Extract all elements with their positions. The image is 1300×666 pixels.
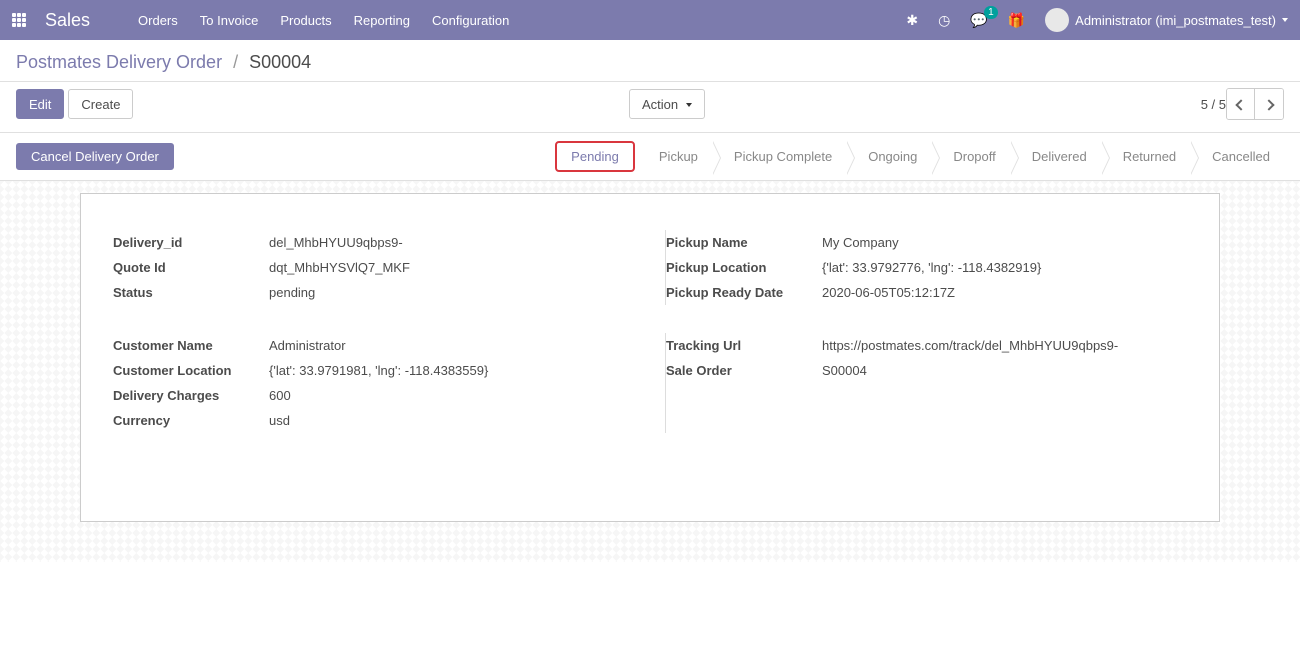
pager-prev[interactable] [1227, 89, 1255, 119]
group-right-bottom: Tracking Url https://postmates.com/track… [665, 333, 1187, 433]
nav-products[interactable]: Products [280, 13, 331, 28]
form-area: Delivery_id del_MhbHYUU9qbps9- Quote Id … [0, 181, 1300, 562]
control-row: Edit Create Action 5 / 5 [0, 82, 1300, 133]
field-sale-order: Sale Order S00004 [666, 358, 1187, 383]
breadcrumb-parent[interactable]: Postmates Delivery Order [16, 52, 222, 72]
form-sheet: Delivery_id del_MhbHYUU9qbps9- Quote Id … [80, 193, 1220, 522]
nav-toinvoice[interactable]: To Invoice [200, 13, 259, 28]
breadcrumb-bar: Postmates Delivery Order / S00004 [0, 40, 1300, 82]
stage-delivered[interactable]: Delivered [1010, 141, 1101, 172]
stage-pickup[interactable]: Pickup [637, 141, 712, 172]
clock-icon[interactable]: ◷ [938, 12, 950, 29]
create-button[interactable]: Create [68, 89, 133, 119]
status-row: Cancel Delivery Order Pending Pickup Pic… [0, 133, 1300, 181]
field-status: Status pending [113, 280, 605, 305]
stage-cancelled[interactable]: Cancelled [1190, 141, 1284, 172]
edit-button[interactable]: Edit [16, 89, 64, 119]
nav-left: Sales Orders To Invoice Products Reporti… [12, 10, 509, 31]
navbar: Sales Orders To Invoice Products Reporti… [0, 0, 1300, 40]
stage-returned[interactable]: Returned [1101, 141, 1190, 172]
stage-ongoing[interactable]: Ongoing [846, 141, 931, 172]
apps-icon[interactable] [12, 13, 27, 28]
field-quote-id: Quote Id dqt_MhbHYSVlQ7_MKF [113, 255, 605, 280]
chat-badge: 1 [984, 6, 998, 19]
field-delivery-id: Delivery_id del_MhbHYUU9qbps9- [113, 230, 605, 255]
form-grid: Delivery_id del_MhbHYUU9qbps9- Quote Id … [113, 230, 1187, 461]
nav-menu: Orders To Invoice Products Reporting Con… [138, 13, 509, 28]
nav-reporting[interactable]: Reporting [354, 13, 410, 28]
field-customer-location: Customer Location {'lat': 33.9791981, 'l… [113, 358, 605, 383]
action-dropdown[interactable]: Action [629, 89, 705, 119]
avatar [1045, 8, 1069, 32]
nav-right: ✱ ◷ 💬1 🎁 Administrator (imi_postmates_te… [906, 8, 1288, 32]
stage-pickup-complete[interactable]: Pickup Complete [712, 141, 846, 172]
pager-next[interactable] [1255, 89, 1283, 119]
field-pickup-location: Pickup Location {'lat': 33.9792776, 'lng… [666, 255, 1187, 280]
stage-dropoff[interactable]: Dropoff [931, 141, 1009, 172]
field-pickup-name: Pickup Name My Company [666, 230, 1187, 255]
field-tracking-url: Tracking Url https://postmates.com/track… [666, 333, 1187, 358]
field-delivery-charges: Delivery Charges 600 [113, 383, 605, 408]
bug-icon[interactable]: ✱ [906, 12, 918, 29]
gift-icon[interactable]: 🎁 [1008, 12, 1025, 29]
field-currency: Currency usd [113, 408, 605, 433]
group-left-bottom: Customer Name Administrator Customer Loc… [113, 333, 635, 433]
user-name: Administrator (imi_postmates_test) [1075, 13, 1276, 28]
field-pickup-ready-date: Pickup Ready Date 2020-06-05T05:12:17Z [666, 280, 1187, 305]
chevron-right-icon [1265, 97, 1273, 112]
field-customer-name: Customer Name Administrator [113, 333, 605, 358]
nav-orders[interactable]: Orders [138, 13, 178, 28]
breadcrumb-current: S00004 [249, 52, 311, 72]
pager-text[interactable]: 5 / 5 [1201, 97, 1226, 112]
app-name[interactable]: Sales [45, 10, 90, 31]
chat-icon[interactable]: 💬1 [970, 12, 987, 29]
chevron-left-icon [1237, 97, 1245, 112]
nav-configuration[interactable]: Configuration [432, 13, 509, 28]
group-left-top: Delivery_id del_MhbHYUU9qbps9- Quote Id … [113, 230, 635, 305]
cancel-delivery-button[interactable]: Cancel Delivery Order [16, 143, 174, 170]
user-menu[interactable]: Administrator (imi_postmates_test) [1045, 8, 1288, 32]
statusbar: Pending Pickup Pickup Complete Ongoing D… [555, 141, 1284, 172]
pager-buttons [1226, 88, 1284, 120]
stage-pending[interactable]: Pending [555, 141, 635, 172]
breadcrumb: Postmates Delivery Order / S00004 [16, 52, 1284, 73]
group-right-top: Pickup Name My Company Pickup Location {… [665, 230, 1187, 305]
breadcrumb-sep: / [233, 52, 238, 72]
